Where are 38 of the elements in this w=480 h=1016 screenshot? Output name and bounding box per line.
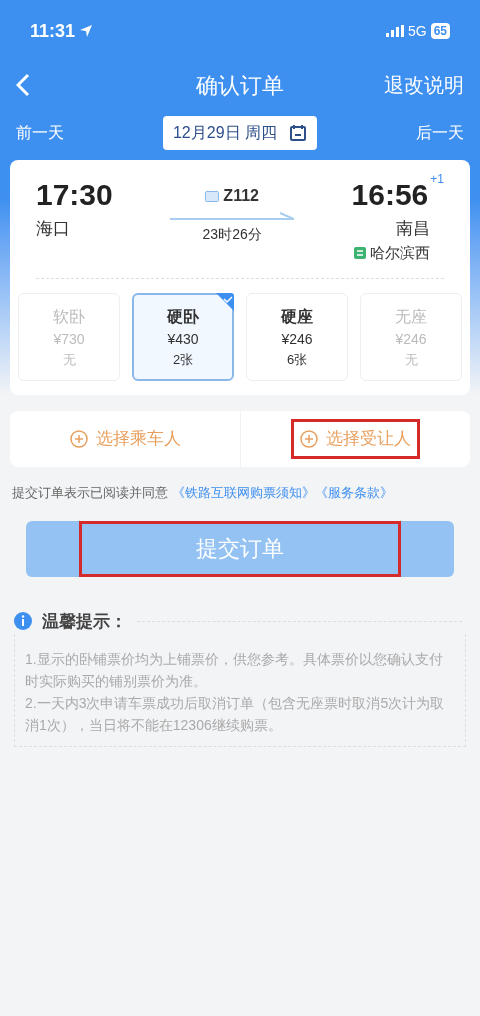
- info-icon: [14, 612, 32, 631]
- plus-circle-icon: [69, 430, 88, 448]
- seat-option[interactable]: 软卧 ¥730 无: [18, 293, 120, 381]
- date-picker[interactable]: 12月29日 周四: [162, 116, 317, 150]
- tip-text: 2.一天内3次申请车票成功后取消订单（包含无座票时取消5次计为取消1次），当日将不能在12306继续购票。: [25, 694, 446, 735]
- terminal-station: 哈尔滨西: [370, 242, 430, 263]
- terminal-badge-icon: [354, 246, 366, 259]
- terms-link[interactable]: 《铁路互联网购票须知》: [171, 485, 315, 500]
- tips-title: 温馨提示：: [42, 610, 127, 633]
- day-offset: +1: [430, 171, 444, 188]
- previous-day-link[interactable]: 前一天: [16, 121, 64, 145]
- arrival-station: 南昌: [396, 218, 430, 240]
- terms-link[interactable]: 《服务条款》: [314, 485, 393, 500]
- refund-info-link[interactable]: 退改说明: [384, 70, 464, 100]
- check-corner-icon: [216, 293, 234, 311]
- select-passenger-button[interactable]: 选择乘车人: [60, 419, 190, 459]
- page-title: 确认订单: [196, 71, 284, 100]
- location-arrow-icon: [79, 24, 94, 38]
- seat-option[interactable]: 硬座 ¥246 6张: [246, 293, 348, 381]
- departure-time: 17:30: [36, 178, 113, 212]
- arrival-time: 16:56: [351, 178, 429, 212]
- next-day-link[interactable]: 后一天: [416, 121, 464, 145]
- signal-icon: [385, 25, 404, 37]
- departure-station: 海口: [36, 218, 71, 240]
- submit-order-button[interactable]: 提交订单: [79, 520, 401, 577]
- seat-option[interactable]: 无座 ¥246 无: [360, 293, 462, 381]
- select-passenger-button[interactable]: 选择受让人: [291, 419, 420, 459]
- battery-level: 65: [430, 23, 450, 39]
- trip-duration: 23时26分: [202, 225, 262, 244]
- plus-circle-icon: [300, 430, 318, 448]
- seat-option[interactable]: 硬卧 ¥430 2张: [132, 293, 234, 381]
- network-label: 5G: [407, 21, 427, 41]
- train-icon: [205, 190, 220, 202]
- tip-text: 1.显示的卧铺票价均为上铺票价，供您参考。具体票价以您确认支付时实际购买的铺别票价为准。: [25, 650, 444, 691]
- calendar-icon: [289, 124, 307, 142]
- train-number: Z112: [223, 186, 259, 206]
- status-time: 11:31: [30, 19, 76, 43]
- agreement-text: 提交订单表示已阅读并同意 《铁路互联网购票须知》《服务条款》: [11, 484, 394, 502]
